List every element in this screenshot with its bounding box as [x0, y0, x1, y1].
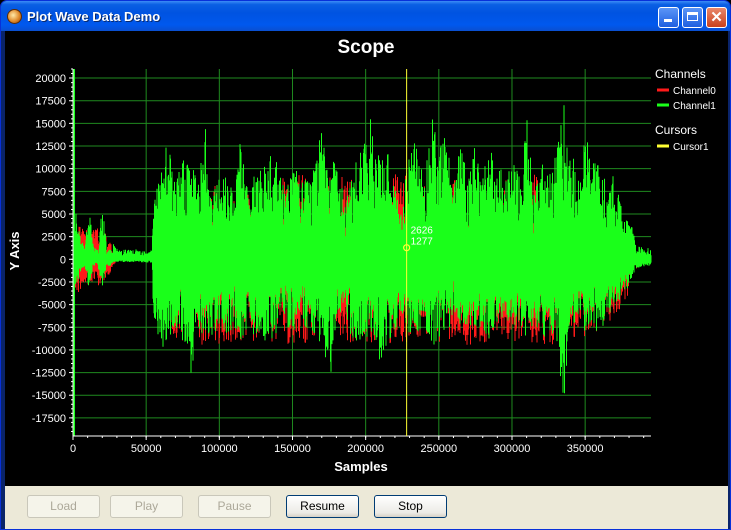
y-tick-label: -7500 — [38, 322, 66, 334]
legend-group-title: Cursors — [655, 123, 697, 137]
y-tick-label: -15000 — [32, 390, 66, 402]
y-tick-label: 12500 — [35, 141, 66, 153]
app-icon[interactable] — [7, 9, 22, 24]
y-tick-label: 5000 — [42, 209, 66, 221]
stop-button[interactable]: Stop — [374, 495, 447, 518]
resume-button[interactable]: Resume — [286, 495, 359, 518]
x-tick-label: 150000 — [274, 443, 311, 455]
chart-title: Scope — [337, 37, 394, 58]
x-tick-label: 50000 — [131, 443, 162, 455]
y-tick-label: -17500 — [32, 413, 66, 425]
x-tick-label: 0 — [70, 443, 76, 455]
close-button[interactable]: ✕ — [706, 7, 727, 28]
x-tick-label: 100000 — [201, 443, 238, 455]
x-tick-label: 200000 — [347, 443, 384, 455]
play-button[interactable]: Play — [110, 495, 183, 518]
y-tick-label: 20000 — [35, 73, 66, 85]
scope-chart: Scope0 50000 100000 150000 200000 250000 30000… — [7, 37, 716, 474]
y-tick-label: 10000 — [35, 164, 66, 176]
title-bar[interactable]: Plot Wave Data Demo ✕ — [1, 1, 730, 31]
x-axis-label: Samples — [334, 459, 387, 474]
y-tick-label: 7500 — [42, 186, 66, 198]
cursor-label-x: 2626 — [411, 226, 434, 237]
window-title: Plot Wave Data Demo — [27, 9, 161, 24]
control-bar: Load Play Pause Resume Stop — [5, 486, 728, 529]
x-tick-label: 250000 — [420, 443, 457, 455]
legend-entry-label: Channel0 — [673, 86, 716, 97]
y-tick-label: -2500 — [38, 277, 66, 289]
y-tick-label: -10000 — [32, 345, 66, 357]
y-axis-label: Y Axis — [7, 231, 22, 270]
y-tick-label: 2500 — [42, 232, 66, 244]
close-icon: ✕ — [710, 9, 723, 26]
pause-button[interactable]: Pause — [198, 495, 271, 518]
y-tick-label: 15000 — [35, 118, 66, 130]
y-tick-label: -5000 — [38, 300, 66, 312]
legend-entry-label: Channel1 — [673, 101, 716, 112]
y-tick-label: 17500 — [35, 96, 66, 108]
y-tick-label: 0 — [60, 254, 66, 266]
scope-plot-area: Scope 0 50000 100000 150000 200000 250000 30000… — [5, 31, 728, 486]
cursor-label-y: 1277 — [411, 237, 434, 248]
maximize-button[interactable] — [682, 7, 703, 28]
maximize-icon — [687, 12, 698, 21]
load-button[interactable]: Load — [27, 495, 100, 518]
legend-group-title: Channels — [655, 67, 706, 81]
y-tick-label: -12500 — [32, 368, 66, 380]
app-window: Plot Wave Data Demo ✕ Scope 0 50000 100000 1… — [0, 0, 731, 530]
x-tick-label: 300000 — [494, 443, 531, 455]
minimize-button[interactable] — [658, 7, 679, 28]
minimize-icon — [664, 19, 672, 22]
legend-entry-label: Cursor1 — [673, 142, 709, 153]
x-tick-label: 350000 — [567, 443, 604, 455]
